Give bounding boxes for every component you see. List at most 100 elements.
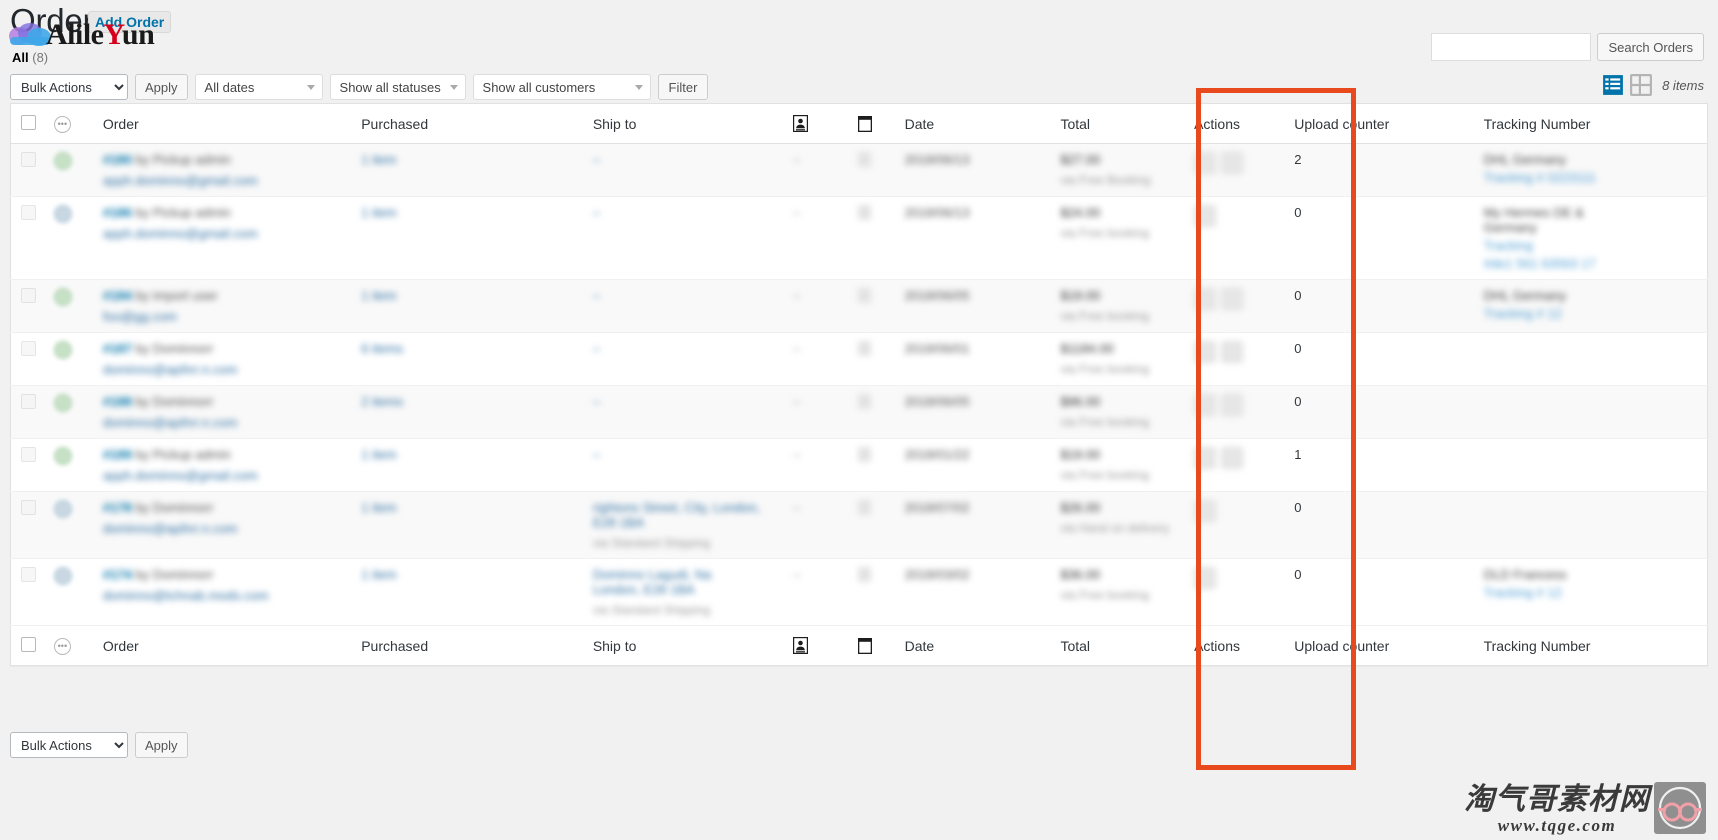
row-order-cell[interactable]: #186 by Pickup admin apph.dominno@gmail.c… xyxy=(92,196,352,280)
order-number-link[interactable]: #186 by Pickup admin xyxy=(103,205,231,220)
search-input[interactable] xyxy=(1431,33,1592,61)
order-status-dot-blue[interactable] xyxy=(53,567,72,585)
row-checkbox-cell[interactable] xyxy=(10,332,44,386)
row-checkbox-cell[interactable] xyxy=(10,143,44,197)
status-filter-select[interactable]: Show all statuses xyxy=(329,74,466,100)
order-customer-email[interactable]: dominno@apihrr.n.com xyxy=(103,362,341,377)
row-actions-cell[interactable] xyxy=(1184,279,1285,333)
list-view-icon[interactable] xyxy=(1602,74,1624,96)
view-order-icon[interactable] xyxy=(1194,500,1217,522)
row-checkbox-cell[interactable] xyxy=(10,491,44,559)
th-total[interactable]: Total xyxy=(1050,103,1185,144)
row-actions-cell[interactable] xyxy=(1184,196,1285,280)
row-actions-cell[interactable] xyxy=(1184,143,1285,197)
order-number-link[interactable]: #187 by Dominnorr xyxy=(103,341,214,356)
row-checkbox[interactable] xyxy=(21,288,36,303)
order-customer-email[interactable]: dominno@tchnab.mods.com xyxy=(103,588,341,603)
order-customer-email[interactable]: apph.dominno@gmail.com xyxy=(103,173,341,188)
complete-order-icon[interactable] xyxy=(1194,447,1217,469)
apply-button-bottom[interactable]: Apply xyxy=(135,732,188,758)
tf-date[interactable]: Date xyxy=(894,625,1051,666)
add-order-button[interactable]: Add Order xyxy=(88,11,172,33)
view-order-icon[interactable] xyxy=(1221,394,1244,416)
th-order[interactable]: Order xyxy=(92,103,352,144)
row-checkbox-cell[interactable] xyxy=(10,279,44,333)
row-actions-cell[interactable] xyxy=(1184,332,1285,386)
order-status-dot-green[interactable] xyxy=(53,394,72,412)
filter-button[interactable]: Filter xyxy=(657,74,709,100)
order-number-link[interactable]: #178 by Dominnorr xyxy=(103,500,214,515)
row-checkbox[interactable] xyxy=(21,394,36,409)
row-order-cell[interactable]: #178 by Dominnorr dominno@apihrr.n.com xyxy=(92,491,352,559)
excerpt-view-icon[interactable] xyxy=(1630,74,1653,96)
order-note-icon[interactable] xyxy=(857,447,871,462)
view-all-link[interactable]: All xyxy=(12,50,29,65)
customer-filter-select[interactable]: Show all customers xyxy=(472,74,651,100)
date-filter-select[interactable]: All dates xyxy=(194,74,323,100)
order-number-link[interactable]: #174 by Dominnorr xyxy=(103,567,214,582)
order-status-icon[interactable]: ••• xyxy=(53,638,71,655)
order-note-icon[interactable] xyxy=(857,288,871,303)
search-orders-button[interactable]: Search Orders xyxy=(1597,33,1704,61)
row-checkbox-cell[interactable] xyxy=(10,438,44,492)
row-actions-cell[interactable] xyxy=(1184,558,1285,626)
order-status-dot-green[interactable] xyxy=(53,447,72,465)
order-number-link[interactable]: #184 by import user xyxy=(103,288,218,303)
tracking-number-link[interactable]: Tracking # 0223111 xyxy=(1484,170,1697,185)
row-order-cell[interactable]: #184 by import user foo@gg.com xyxy=(92,279,352,333)
order-note-icon[interactable] xyxy=(857,567,871,582)
tracking-number-link[interactable]: Tracking # 12 xyxy=(1484,306,1697,321)
view-order-icon[interactable] xyxy=(1221,447,1244,469)
tf-total[interactable]: Total xyxy=(1050,625,1185,666)
row-checkbox[interactable] xyxy=(21,500,36,515)
row-order-cell[interactable]: #188 by Dominnorr dominno@apihrr.n.com xyxy=(92,385,352,439)
tracking-number-link[interactable]: Tracking # 12 xyxy=(1484,585,1697,600)
complete-order-icon[interactable] xyxy=(1194,152,1217,174)
order-number-link[interactable]: #188 by Dominnorr xyxy=(103,394,214,409)
row-order-cell[interactable]: #189 by Pickup admin apph.dominno@gmail.c… xyxy=(92,438,352,492)
view-order-icon[interactable] xyxy=(1221,341,1244,363)
row-checkbox-cell[interactable] xyxy=(10,196,44,280)
row-actions-cell[interactable] xyxy=(1184,385,1285,439)
apply-button-top[interactable]: Apply xyxy=(135,74,188,100)
row-checkbox[interactable] xyxy=(21,341,36,356)
order-number-link[interactable]: #180 by Pickup admin xyxy=(103,152,231,167)
row-actions-cell[interactable] xyxy=(1184,491,1285,559)
order-status-dot-green[interactable] xyxy=(53,288,72,306)
tracking-number-link-2[interactable]: #de1 561 63563 17 xyxy=(1484,256,1697,271)
bulk-actions-select-top[interactable]: Bulk Actions xyxy=(10,74,128,100)
view-order-icon[interactable] xyxy=(1194,567,1217,589)
row-checkbox-cell[interactable] xyxy=(10,385,44,439)
row-order-cell[interactable]: #187 by Dominnorr dominno@apihrr.n.com xyxy=(92,332,352,386)
order-customer-email[interactable]: apph.dominno@gmail.com xyxy=(103,226,341,241)
row-order-cell[interactable]: #174 by Dominnorr dominno@tchnab.mods.com xyxy=(92,558,352,626)
order-note-icon[interactable] xyxy=(857,500,871,515)
tf-order[interactable]: Order xyxy=(92,625,352,666)
order-status-icon[interactable]: ••• xyxy=(53,116,71,133)
select-all-checkbox[interactable] xyxy=(21,114,36,130)
order-customer-email[interactable]: foo@gg.com xyxy=(103,309,341,324)
bulk-actions-select-bottom[interactable]: Bulk Actions xyxy=(10,732,128,758)
order-customer-email[interactable]: dominno@apihrr.n.com xyxy=(103,415,341,430)
row-actions-cell[interactable] xyxy=(1184,438,1285,492)
order-customer-email[interactable]: dominno@apihrr.n.com xyxy=(103,521,341,536)
order-status-dot-green[interactable] xyxy=(53,341,72,359)
th-date[interactable]: Date xyxy=(894,103,1051,144)
order-number-link[interactable]: #189 by Pickup admin xyxy=(103,447,231,462)
order-status-dot-green[interactable] xyxy=(53,152,72,170)
select-all-checkbox-bottom[interactable] xyxy=(21,636,36,652)
row-checkbox-cell[interactable] xyxy=(10,558,44,626)
order-status-dot-blue[interactable] xyxy=(53,500,72,518)
row-order-cell[interactable]: #180 by Pickup admin apph.dominno@gmail.c… xyxy=(92,143,352,197)
order-note-icon[interactable] xyxy=(857,152,871,167)
order-status-dot-blue[interactable] xyxy=(53,205,72,223)
complete-order-icon[interactable] xyxy=(1194,341,1217,363)
view-order-icon[interactable] xyxy=(1221,152,1244,174)
row-checkbox[interactable] xyxy=(21,152,36,167)
view-order-icon[interactable] xyxy=(1221,288,1244,310)
complete-order-icon[interactable] xyxy=(1194,288,1217,310)
order-note-icon[interactable] xyxy=(857,341,871,356)
order-note-icon[interactable] xyxy=(857,394,871,409)
order-customer-email[interactable]: apph.dominno@gmail.com xyxy=(103,468,341,483)
row-checkbox[interactable] xyxy=(21,447,36,462)
